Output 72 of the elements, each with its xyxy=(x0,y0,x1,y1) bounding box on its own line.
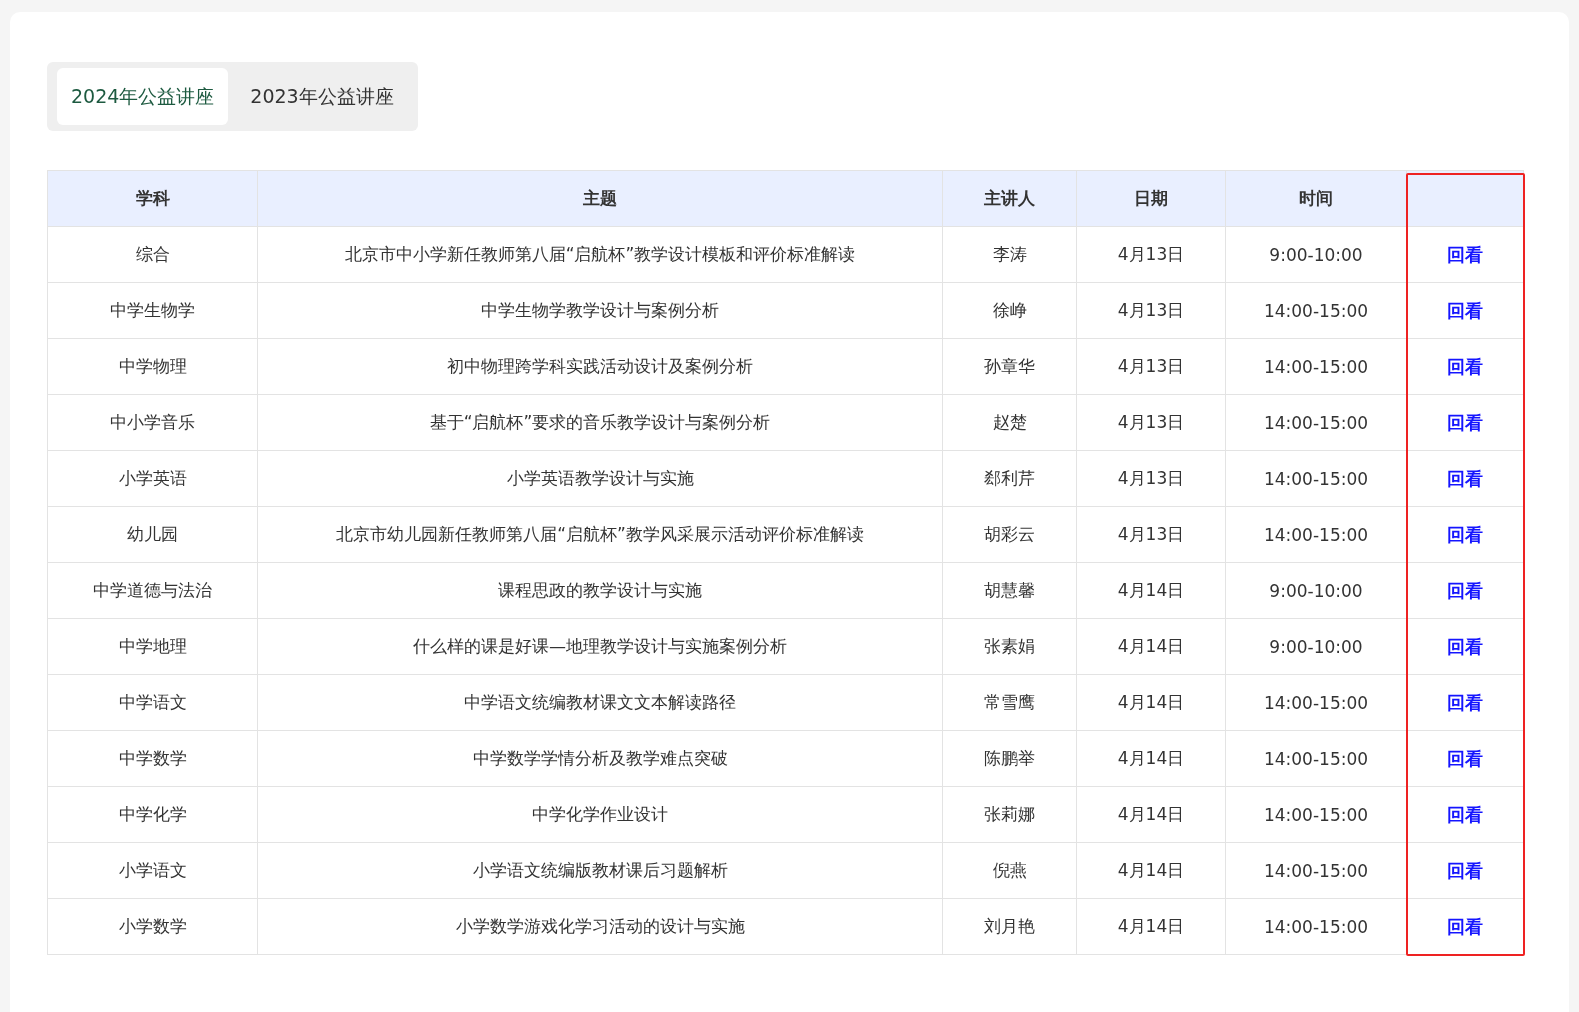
table-cell: 小学英语教学设计与实施 xyxy=(257,450,943,507)
table-cell: 综合 xyxy=(47,226,258,283)
column-header: 主题 xyxy=(257,170,943,227)
table-cell: 胡彩云 xyxy=(942,506,1077,563)
replay-link[interactable]: 回看 xyxy=(1447,747,1483,769)
table-cell: 赵楚 xyxy=(942,394,1077,451)
replay-link[interactable]: 回看 xyxy=(1447,635,1483,657)
table-cell: 常雪鹰 xyxy=(942,674,1077,731)
replay-link[interactable]: 回看 xyxy=(1447,299,1483,321)
column-header: 时间 xyxy=(1225,170,1407,227)
table-cell: 张莉娜 xyxy=(942,786,1077,843)
table-cell: 中学数学学情分析及教学难点突破 xyxy=(257,730,943,787)
table-cell: 北京市中小学新任教师第八届“启航杯”教学设计模板和评价标准解读 xyxy=(257,226,943,283)
table-cell: 小学数学 xyxy=(47,898,258,955)
table-cell: 胡慧馨 xyxy=(942,562,1077,619)
column-header: 日期 xyxy=(1076,170,1226,227)
replay-link[interactable]: 回看 xyxy=(1447,803,1483,825)
table-cell: 4月14日 xyxy=(1076,842,1226,899)
table-cell: 4月13日 xyxy=(1076,506,1226,563)
table-cell: 中学语文统编教材课文文本解读路径 xyxy=(257,674,943,731)
table-cell: 4月14日 xyxy=(1076,562,1226,619)
table-cell: 孙章华 xyxy=(942,338,1077,395)
table-cell: 小学语文 xyxy=(47,842,258,899)
table-cell: 中学生物学 xyxy=(47,282,258,339)
table-cell: 中学物理 xyxy=(47,338,258,395)
table-cell: 张素娟 xyxy=(942,618,1077,675)
table-cell: 幼儿园 xyxy=(47,506,258,563)
year-tab[interactable]: 2023年公益讲座 xyxy=(236,68,408,125)
year-tab[interactable]: 2024年公益讲座 xyxy=(57,68,229,125)
replay-link[interactable]: 回看 xyxy=(1447,859,1483,881)
replay-link[interactable]: 回看 xyxy=(1447,355,1483,377)
table-cell: 4月14日 xyxy=(1076,898,1226,955)
table-cell: 中学道德与法治 xyxy=(47,562,258,619)
table-cell: 初中物理跨学科实践活动设计及案例分析 xyxy=(257,338,943,395)
table-cell: 4月13日 xyxy=(1076,450,1226,507)
replay-link[interactable]: 回看 xyxy=(1447,523,1483,545)
table-cell: 小学语文统编版教材课后习题解析 xyxy=(257,842,943,899)
table-cell: 小学数学游戏化学习活动的设计与实施 xyxy=(257,898,943,955)
table-cell: 4月14日 xyxy=(1076,618,1226,675)
table-cell: 中小学音乐 xyxy=(47,394,258,451)
table-cell: 倪燕 xyxy=(942,842,1077,899)
column-header: 学科 xyxy=(47,170,258,227)
table-cell: 北京市幼儿园新任教师第八届“启航杯”教学风采展示活动评价标准解读 xyxy=(257,506,943,563)
table-cell: 4月13日 xyxy=(1076,394,1226,451)
table-cell: 中学生物学教学设计与案例分析 xyxy=(257,282,943,339)
replay-link[interactable]: 回看 xyxy=(1447,467,1483,489)
replay-link[interactable]: 回看 xyxy=(1447,243,1483,265)
table-cell: 刘月艳 xyxy=(942,898,1077,955)
table-cell: 4月13日 xyxy=(1076,226,1226,283)
table-cell: 中学化学 xyxy=(47,786,258,843)
replay-link[interactable]: 回看 xyxy=(1447,411,1483,433)
table-cell: 4月14日 xyxy=(1076,730,1226,787)
table-cell: 4月13日 xyxy=(1076,282,1226,339)
column-header: 主讲人 xyxy=(942,170,1077,227)
table-cell: 中学数学 xyxy=(47,730,258,787)
replay-link[interactable]: 回看 xyxy=(1447,915,1483,937)
table-cell: 4月14日 xyxy=(1076,674,1226,731)
table-cell: 徐峥 xyxy=(942,282,1077,339)
table-cell: 4月14日 xyxy=(1076,786,1226,843)
table-cell: 陈鹏举 xyxy=(942,730,1077,787)
table-cell: 课程思政的教学设计与实施 xyxy=(257,562,943,619)
table-cell: 李涛 xyxy=(942,226,1077,283)
table-cell: 4月13日 xyxy=(1076,338,1226,395)
table-cell: 郄利芹 xyxy=(942,450,1077,507)
replay-link[interactable]: 回看 xyxy=(1447,579,1483,601)
table-cell: 中学化学作业设计 xyxy=(257,786,943,843)
table-cell: 什么样的课是好课—地理教学设计与实施案例分析 xyxy=(257,618,943,675)
table-cell: 基于“启航杯”要求的音乐教学设计与案例分析 xyxy=(257,394,943,451)
replay-link[interactable]: 回看 xyxy=(1447,691,1483,713)
table-cell: 小学英语 xyxy=(47,450,258,507)
table-cell: 中学地理 xyxy=(47,618,258,675)
table-cell: 中学语文 xyxy=(47,674,258,731)
